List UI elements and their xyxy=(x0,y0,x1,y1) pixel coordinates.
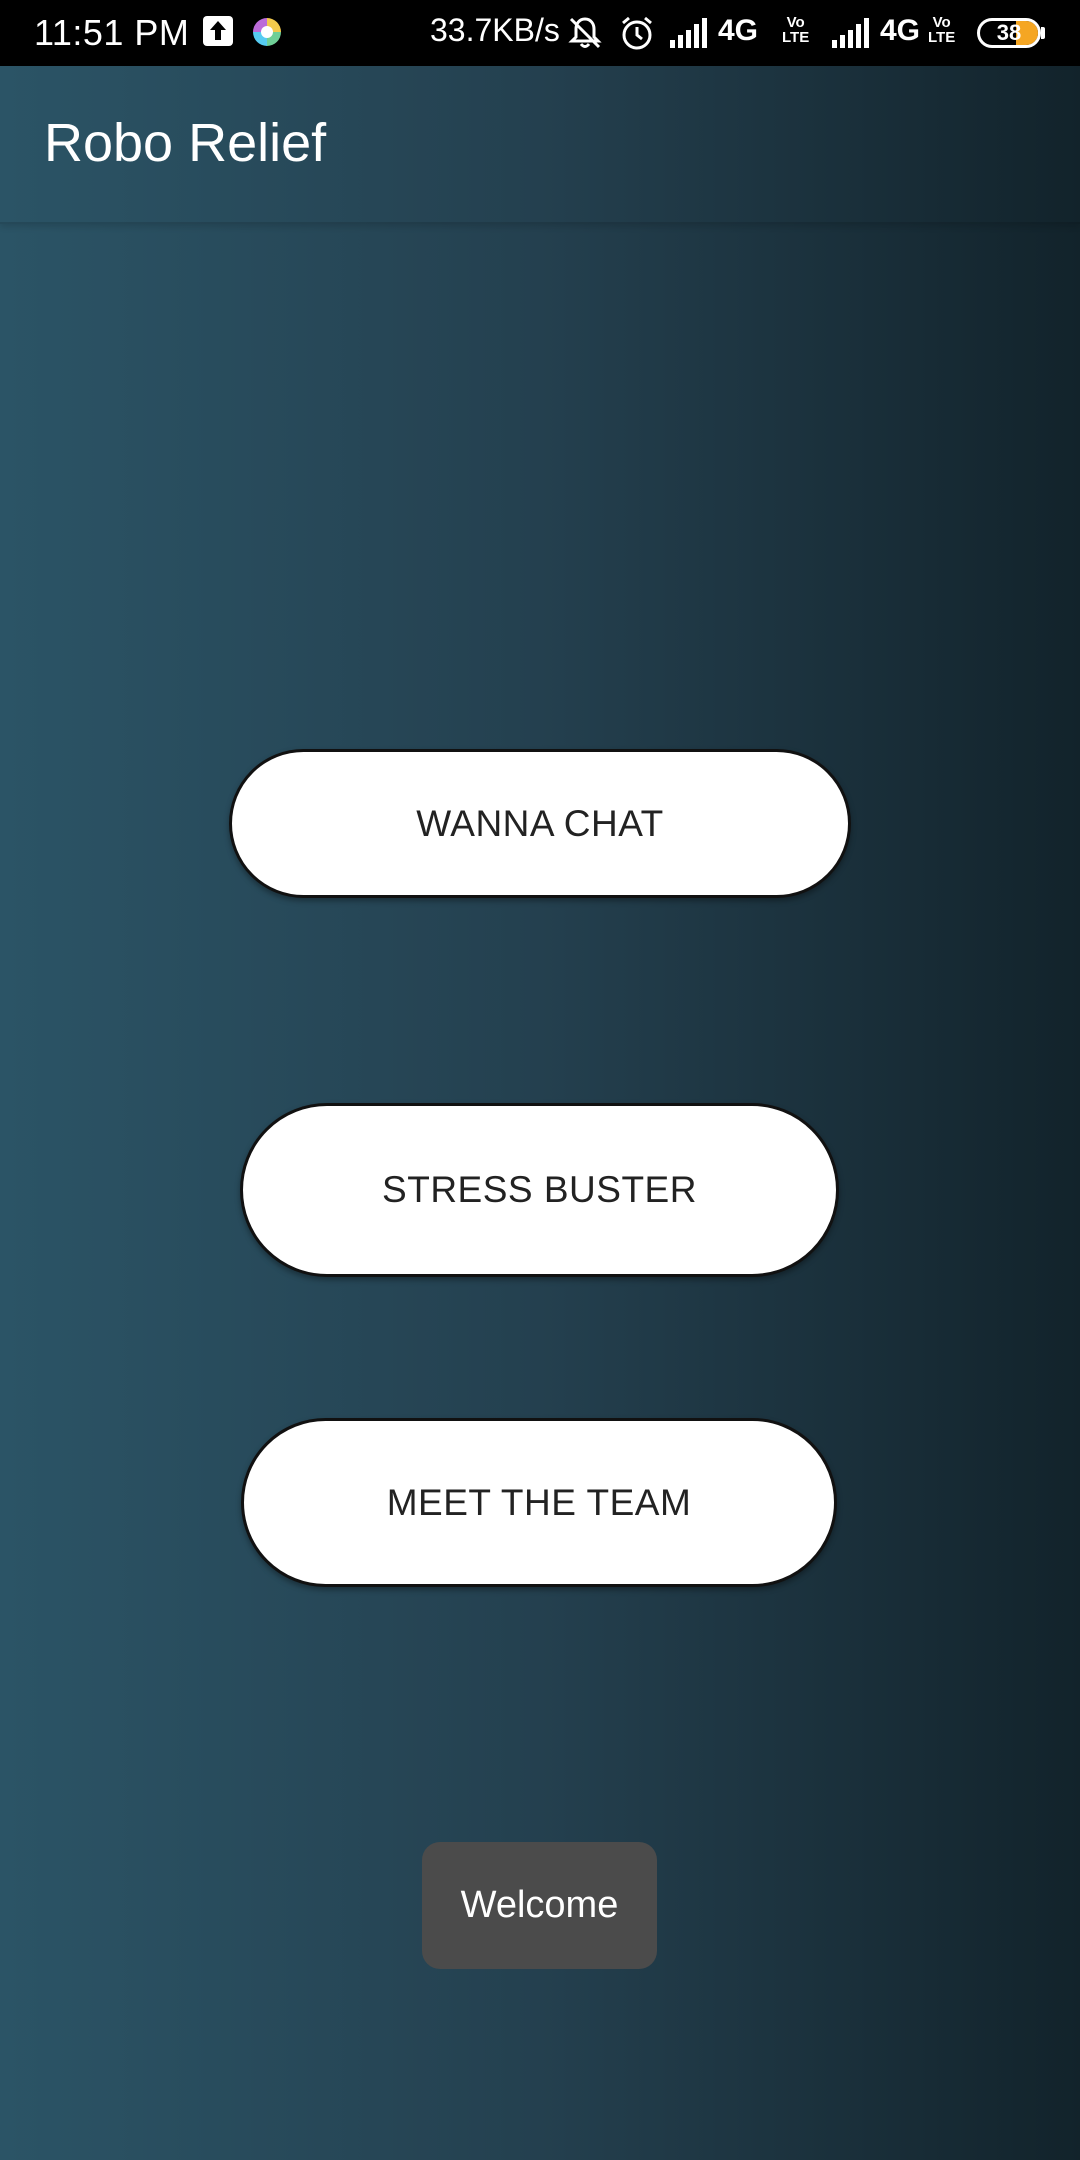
meet-the-team-button[interactable]: MEET THE TEAM xyxy=(241,1418,837,1587)
app-title: Robo Relief xyxy=(44,113,327,173)
alarm-icon xyxy=(618,14,656,57)
stress-buster-button[interactable]: STRESS BUSTER xyxy=(240,1103,839,1277)
app-bar: Robo Relief xyxy=(0,66,1080,224)
volte-icon: Vo LTE xyxy=(928,14,956,46)
mute-bell-icon xyxy=(566,14,604,57)
upload-icon xyxy=(203,16,233,46)
network-speed: 33.7KB/s xyxy=(430,12,560,48)
status-bar: 11:51 PM 33.7KB/s 4G Vo LTE 4G Vo LTE 38 xyxy=(0,0,1080,66)
battery-icon: 38 xyxy=(977,18,1041,48)
app-notification-icon xyxy=(253,18,281,46)
signal-icon xyxy=(832,18,872,53)
battery-tip xyxy=(1041,27,1045,39)
volte-icon: Vo LTE xyxy=(782,14,810,46)
network-type-1: 4G xyxy=(718,14,759,47)
signal-icon xyxy=(670,18,710,53)
wanna-chat-button[interactable]: WANNA CHAT xyxy=(229,749,851,898)
network-type-2: 4G xyxy=(880,14,921,47)
battery-level: 38 xyxy=(996,20,1022,45)
status-time: 11:51 PM xyxy=(34,12,190,53)
welcome-toast: Welcome xyxy=(422,1842,657,1969)
